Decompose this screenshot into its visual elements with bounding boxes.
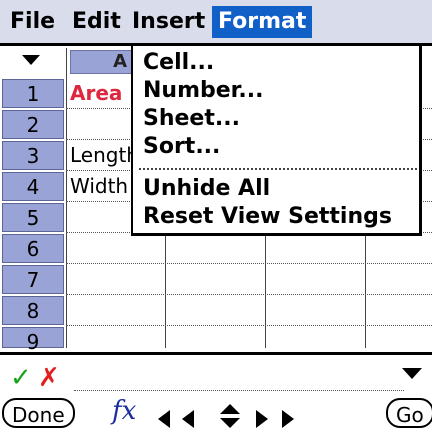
row-header-4[interactable]: 4 (2, 172, 64, 201)
grid-hline (66, 263, 432, 264)
grid-hline (66, 325, 432, 326)
menu-item-reset-view-settings[interactable]: Reset View Settings (143, 204, 392, 229)
column-header-a[interactable]: A (70, 50, 134, 74)
nav-down-icon[interactable] (220, 418, 240, 428)
done-button[interactable]: Done (2, 398, 75, 428)
row-header-3[interactable]: 3 (2, 141, 64, 170)
grid-hline (66, 294, 432, 295)
nav-right-icon[interactable] (256, 410, 268, 428)
grid-vline (66, 48, 67, 348)
menu-item-sheet[interactable]: Sheet... (143, 106, 240, 131)
format-menu: Cell... Number... Sheet... Sort... Unhid… (131, 46, 422, 236)
corner-cell[interactable] (0, 48, 70, 74)
nav-up-icon[interactable] (220, 404, 240, 414)
nav-right-icon[interactable] (282, 410, 294, 428)
nav-left-icon[interactable] (158, 410, 170, 428)
entry-dropdown-icon[interactable] (402, 368, 422, 379)
menu-format[interactable]: Format (212, 6, 313, 38)
nav-left-icon[interactable] (182, 410, 194, 428)
cancel-x-icon[interactable]: ✗ (38, 363, 60, 393)
entry-divider (0, 352, 432, 355)
row-header-6[interactable]: 6 (2, 234, 64, 263)
menu-item-cell[interactable]: Cell... (143, 50, 214, 75)
row-header-1[interactable]: 1 (2, 79, 64, 108)
menu-file[interactable]: File (4, 6, 61, 38)
confirm-check-icon[interactable]: ✓ (10, 363, 32, 393)
menu-item-sort[interactable]: Sort... (143, 134, 220, 159)
row-header-2[interactable]: 2 (2, 110, 64, 139)
row-header-5[interactable]: 5 (2, 203, 64, 232)
entry-input[interactable] (74, 390, 404, 391)
cell-a3[interactable]: Length (70, 141, 136, 169)
row-header-9[interactable]: 9 (2, 327, 64, 354)
corner-dropdown-icon[interactable] (22, 55, 40, 65)
menu-separator (139, 168, 417, 170)
menu-item-unhide-all[interactable]: Unhide All (143, 176, 270, 201)
bottom-toolbar: Done fx Go (0, 394, 432, 434)
cell-a1[interactable]: Area (70, 79, 136, 107)
menu-insert[interactable]: Insert (126, 6, 211, 38)
cell-a4[interactable]: Width (70, 172, 136, 200)
menu-edit[interactable]: Edit (66, 6, 127, 38)
entry-line: ✓ ✗ (0, 352, 432, 394)
go-button[interactable]: Go (386, 398, 432, 428)
row-header-8[interactable]: 8 (2, 296, 64, 325)
menu-bar: File Edit Insert Format (0, 0, 432, 46)
menu-item-number[interactable]: Number... (143, 78, 263, 103)
row-header-7[interactable]: 7 (2, 265, 64, 294)
fx-icon[interactable]: fx (112, 396, 136, 426)
